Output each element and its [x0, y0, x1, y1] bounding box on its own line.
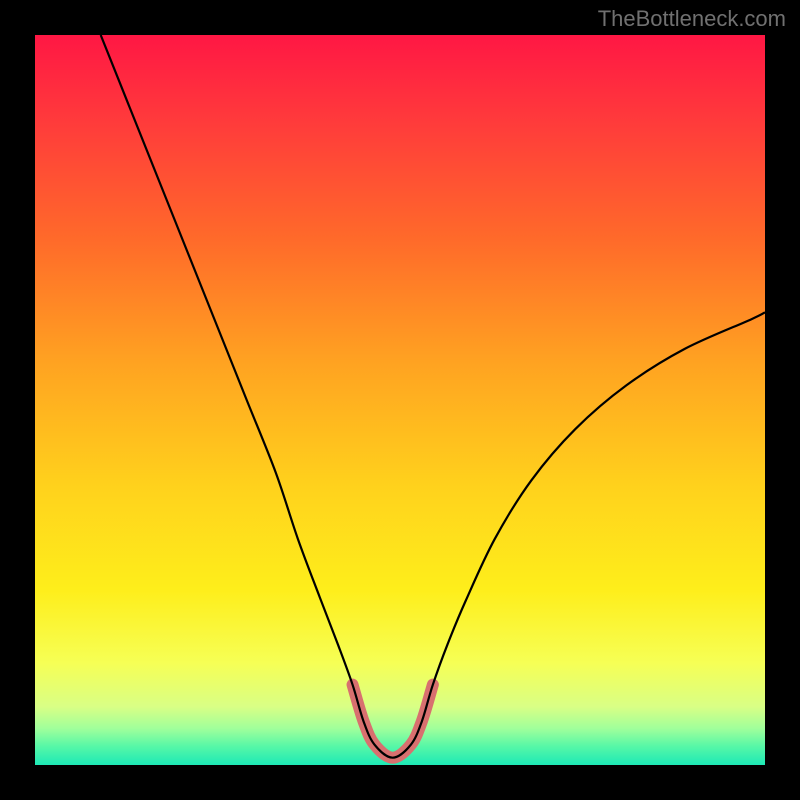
main-curve-path	[101, 35, 765, 758]
chart-curves	[35, 35, 765, 765]
watermark-text: TheBottleneck.com	[598, 6, 786, 32]
chart-plot-area	[35, 35, 765, 765]
